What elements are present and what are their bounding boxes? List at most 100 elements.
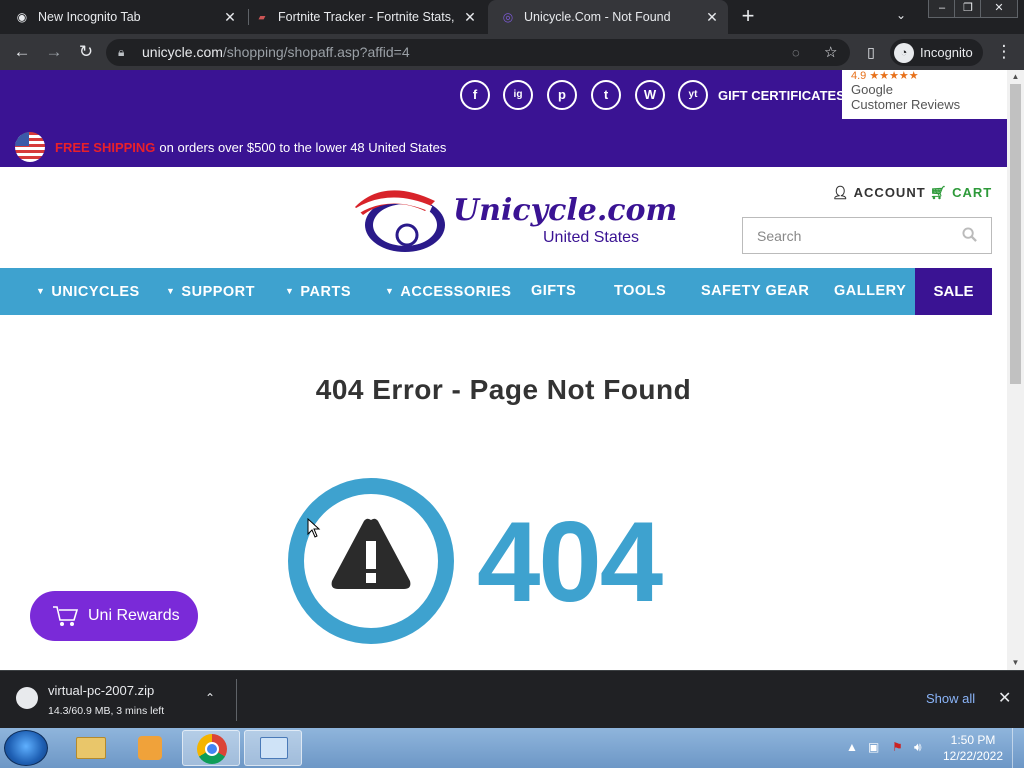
taskbar-control-panel[interactable] — [244, 730, 302, 766]
tab-strip: ◉ New Incognito Tab ✕ ▰ Fortnite Tracker… — [0, 0, 1024, 34]
nav-support[interactable]: ▼ SUPPORT — [166, 268, 255, 315]
address-bar[interactable]: 🔒︎ unicycle.com/shopping/shopaff.asp?aff… — [106, 39, 850, 66]
close-tab-icon[interactable]: ✕ — [704, 9, 720, 25]
chevron-up-icon[interactable]: ⌃ — [205, 691, 215, 705]
zip-file-icon[interactable] — [16, 687, 38, 709]
side-panel-icon[interactable]: ▯ — [861, 42, 881, 62]
rewards-label: Uni Rewards — [88, 607, 180, 624]
show-desktop-button[interactable] — [1012, 728, 1024, 768]
top-banner: f ig p t W yt GIFT CERTIFICATES 4.9 ★★★★… — [0, 70, 1007, 167]
tab-fortnite-tracker[interactable]: ▰ Fortnite Tracker - Fortnite Stats, L ✕ — [254, 0, 486, 34]
uni-rewards-button[interactable]: Uni Rewards — [30, 591, 198, 641]
nav-label: SAFETY GEAR — [701, 283, 810, 299]
caret-down-icon: ▼ — [385, 286, 395, 296]
review-rating: 4.9 ★★★★★ — [851, 70, 919, 82]
tab-title: Unicycle.Com - Not Found — [524, 10, 671, 24]
incognito-icon: ◔ — [894, 42, 914, 63]
tab-new-incognito[interactable]: ◉ New Incognito Tab ✕ — [14, 0, 246, 34]
new-tab-button[interactable]: + — [738, 4, 758, 28]
nav-gifts[interactable]: GIFTS — [531, 268, 576, 315]
site-logo[interactable]: Unicycle.com United States — [345, 177, 677, 255]
tab-unicycle-not-found[interactable]: ◎ Unicycle.Com - Not Found ✕ — [488, 0, 728, 34]
nav-accessories[interactable]: ▼ ACCESSORIES — [385, 268, 511, 315]
taskbar-explorer[interactable] — [62, 730, 120, 766]
taskbar-chrome[interactable] — [182, 730, 240, 766]
cart-icon: 🛒︎ — [930, 185, 948, 200]
cart-label: CART — [952, 185, 993, 200]
back-arrow-icon[interactable]: ← — [12, 42, 32, 62]
volume-icon[interactable]: 🔊︎ — [914, 740, 922, 755]
page-scrollbar[interactable]: ▲ ▼ — [1007, 70, 1024, 670]
show-all-button[interactable]: Show all — [926, 691, 975, 706]
bookmark-star-icon[interactable]: ☆ — [824, 39, 837, 66]
media-player-icon — [138, 736, 162, 760]
close-icon[interactable]: ✕ — [998, 688, 1011, 708]
nav-label: TOOLS — [614, 283, 667, 299]
cart-link[interactable]: 🛒︎ CART — [930, 185, 992, 201]
close-tab-icon[interactable]: ✕ — [222, 9, 238, 25]
menu-kebab-icon[interactable]: ⋮ — [994, 42, 1014, 62]
shipping-banner: FREE SHIPPING on orders over $500 to the… — [15, 132, 446, 162]
warning-icon — [331, 518, 411, 589]
unicycle-favicon-icon: ◎ — [502, 10, 514, 24]
reload-icon[interactable]: ↻ — [76, 42, 96, 62]
nav-gallery[interactable]: GALLERY — [834, 268, 906, 315]
download-divider — [236, 679, 237, 721]
forward-arrow-icon[interactable]: → — [44, 42, 64, 62]
show-hidden-icons[interactable]: ▲ — [846, 740, 858, 754]
logo-wordmark: Unicycle.com — [453, 193, 678, 228]
eye-off-icon[interactable]: ◌ — [792, 39, 800, 66]
account-label: ACCOUNT — [853, 185, 926, 200]
taskbar-media-player[interactable] — [122, 730, 180, 766]
pinterest-icon[interactable]: p — [547, 80, 577, 110]
incognito-icon: ◉ — [16, 10, 28, 24]
nav-unicycles[interactable]: ▼ UNICYCLES — [36, 268, 140, 315]
nav-parts[interactable]: ▼ PARTS — [285, 268, 351, 315]
close-tab-icon[interactable]: ✕ — [462, 9, 478, 25]
error-code: 404 — [477, 499, 663, 626]
free-shipping-label: FREE SHIPPING — [55, 139, 156, 155]
instagram-icon[interactable]: ig — [503, 80, 533, 110]
close-window-button[interactable]: ✕ — [980, 0, 1018, 18]
download-filename[interactable]: virtual-pc-2007.zip — [48, 683, 154, 698]
url-path: /shopping/shopaff.asp?affid=4 — [222, 44, 410, 60]
wordpress-icon[interactable]: W — [635, 80, 665, 110]
tab-search-chevron-icon[interactable]: ⌄ — [896, 8, 906, 22]
search-icon[interactable] — [962, 227, 977, 242]
download-status: 14.3/60.9 MB, 3 mins left — [48, 705, 165, 717]
google-reviews-badge[interactable]: 4.9 ★★★★★ Google Customer Reviews — [842, 70, 1007, 119]
nav-tools[interactable]: TOOLS — [614, 268, 666, 315]
main-nav: ▼ UNICYCLES ▼ SUPPORT ▼ PARTS ▼ ACCESSORIES … — [0, 268, 992, 315]
action-center-icon[interactable]: ⚑ — [892, 740, 903, 754]
account-link[interactable]: 👤︎ ACCOUNT — [832, 185, 926, 201]
url-host: unicycle.com — [142, 44, 223, 60]
scroll-thumb[interactable] — [1010, 84, 1021, 384]
restore-button[interactable]: ❐ — [954, 0, 982, 18]
tab-title: Fortnite Tracker - Fortnite Stats, L — [278, 10, 454, 24]
minimize-button[interactable]: – — [928, 0, 956, 18]
facebook-icon[interactable]: f — [460, 80, 490, 110]
scroll-up-icon[interactable]: ▲ — [1007, 70, 1024, 84]
browser-toolbar: ← → ↻ 🔒︎ unicycle.com/shopping/shopaff.a… — [0, 34, 1024, 70]
search-input[interactable]: Search — [742, 217, 992, 254]
start-button[interactable] — [4, 730, 48, 766]
fortnite-favicon-icon: ▰ — [258, 11, 266, 22]
lock-icon[interactable]: 🔒︎ — [118, 39, 124, 66]
youtube-icon[interactable]: yt — [678, 80, 708, 110]
url-text[interactable]: unicycle.com/shopping/shopaff.asp?affid=… — [142, 39, 410, 66]
incognito-badge[interactable]: ◔ Incognito — [890, 39, 983, 66]
user-icon: 👤︎ — [832, 185, 850, 200]
windows-taskbar: ▲ ▣ ⚑ 🔊︎ 1:50 PM 12/22/2022 — [0, 728, 1024, 768]
nav-sale[interactable]: SALE — [915, 268, 992, 315]
system-clock[interactable]: 1:50 PM 12/22/2022 — [940, 732, 1006, 764]
caret-down-icon: ▼ — [166, 286, 176, 296]
scroll-down-icon[interactable]: ▼ — [1007, 656, 1024, 670]
gift-certificates-link[interactable]: GIFT CERTIFICATES — [718, 88, 845, 103]
tab-divider — [248, 9, 249, 25]
nav-safety-gear[interactable]: SAFETY GEAR — [701, 268, 809, 315]
twitter-icon[interactable]: t — [591, 80, 621, 110]
nav-label: GIFTS — [531, 283, 577, 299]
network-icon[interactable]: ▣ — [868, 740, 879, 754]
us-flag-icon — [15, 132, 45, 162]
review-label: Customer Reviews — [851, 97, 961, 112]
